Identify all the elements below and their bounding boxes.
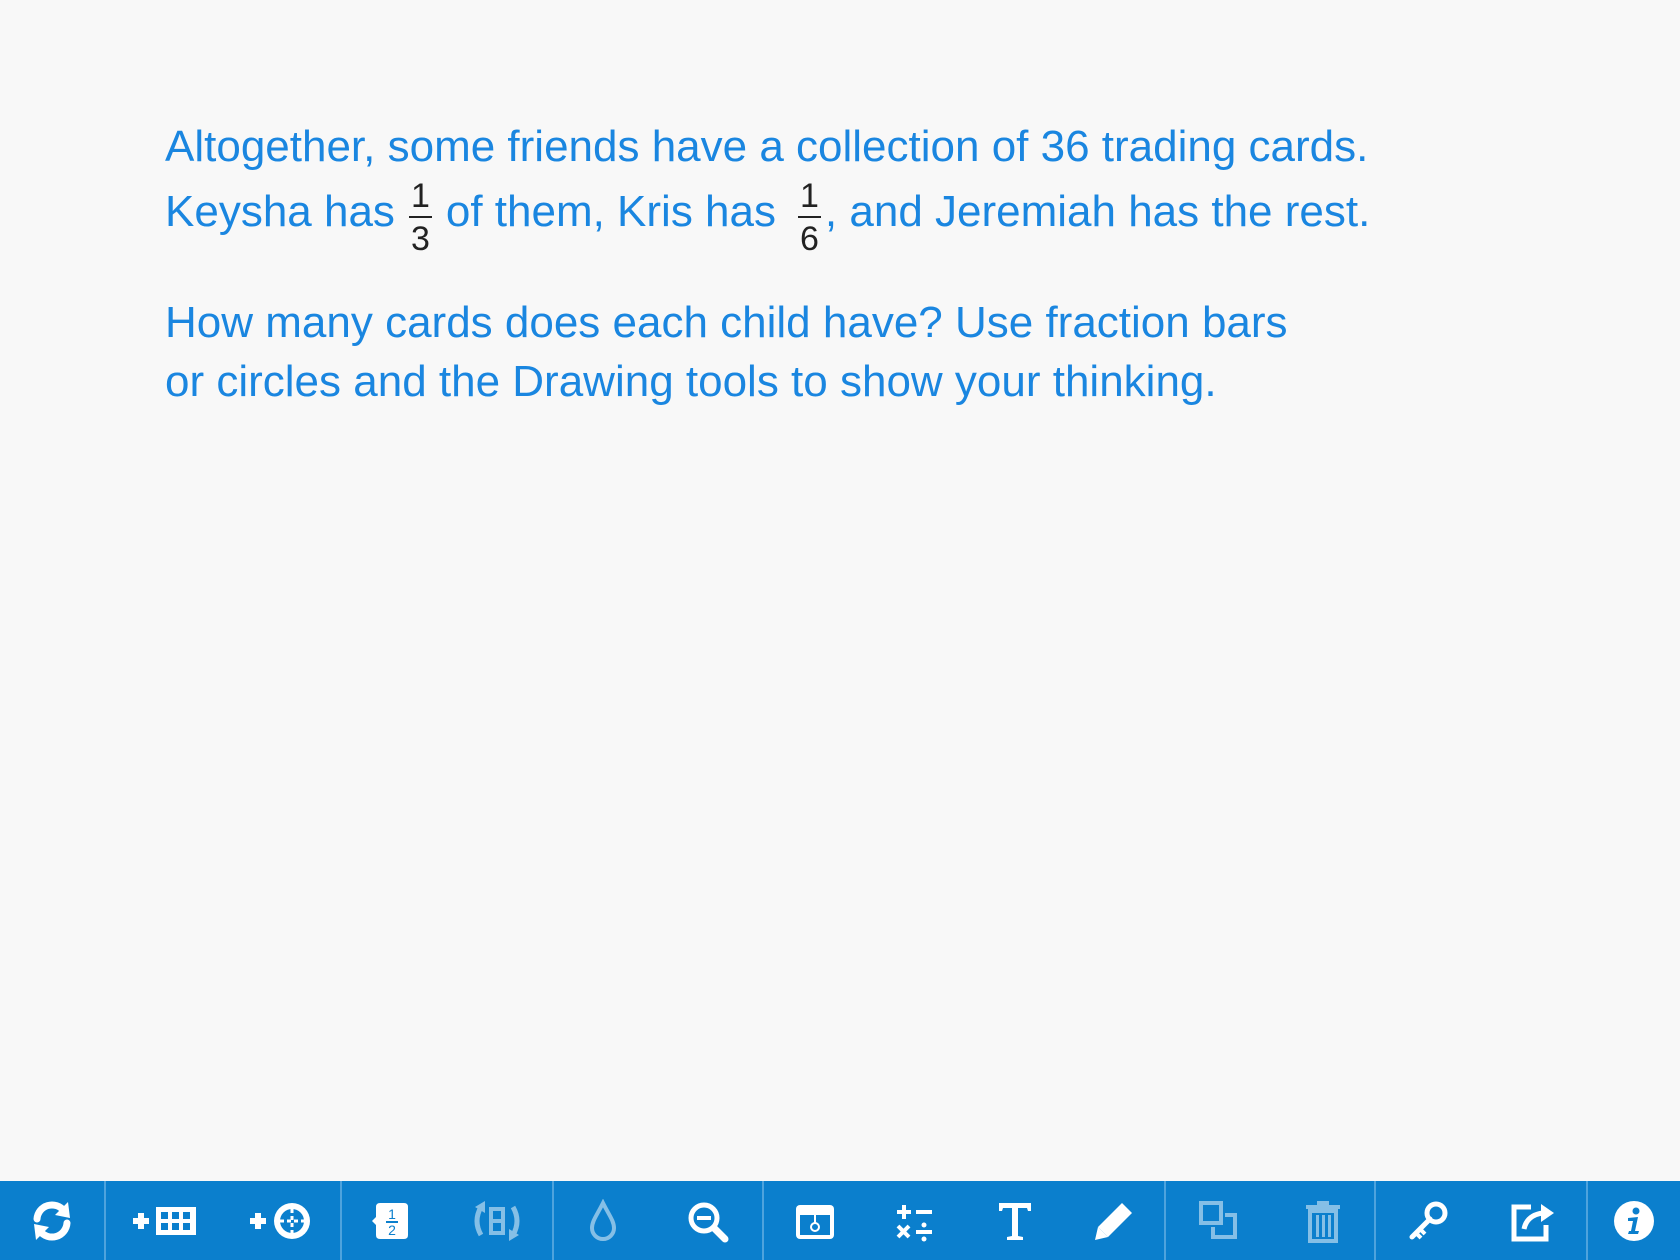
fraction-denominator: 6 — [800, 220, 819, 258]
question-line-2: or circles and the Drawing tools to show… — [165, 357, 1217, 406]
refresh-button[interactable] — [27, 1181, 77, 1260]
key-button[interactable] — [1406, 1181, 1450, 1260]
fraction-label-button[interactable]: 1 2 — [370, 1181, 414, 1260]
fraction-one-third: 13 — [408, 177, 432, 258]
problem-text-kris: of them, Kris has — [445, 187, 776, 237]
pencil-icon — [1092, 1199, 1136, 1243]
trash-button[interactable] — [1303, 1181, 1343, 1260]
info-icon — [1612, 1199, 1656, 1243]
text-tool-button[interactable] — [995, 1181, 1035, 1260]
key-icon — [1406, 1199, 1450, 1243]
math-operators-button[interactable] — [894, 1181, 938, 1260]
info-button[interactable] — [1612, 1181, 1656, 1260]
zoom-out-button[interactable] — [685, 1181, 729, 1260]
fraction-denominator: 3 — [410, 220, 430, 258]
fraction-bar — [408, 216, 432, 218]
flip-icon — [469, 1199, 525, 1243]
text-tool-icon — [995, 1199, 1035, 1243]
problem-line-1: Altogether, some friends have a collecti… — [165, 122, 1369, 171]
fill-tool-button[interactable] — [793, 1181, 837, 1260]
problem-line-2: Keysha has 1 3 of them, Kris has 1 6, and Jer… — [165, 176, 1371, 256]
color-drop-icon — [587, 1198, 619, 1243]
problem-statement: Altogether, some friends have a collecti… — [165, 117, 1371, 256]
math-operators-icon — [894, 1199, 938, 1243]
question-line-1: How many cards does each child have? Use… — [165, 298, 1288, 347]
fraction-label-icon: 1 2 — [370, 1199, 414, 1243]
duplicate-icon — [1197, 1199, 1241, 1243]
add-bar-icon — [131, 1201, 199, 1241]
fraction-icon-numerator: 1 — [388, 1206, 396, 1222]
pencil-button[interactable] — [1092, 1181, 1136, 1260]
fill-tool-icon — [793, 1199, 837, 1243]
question-statement: How many cards does each child have? Use… — [165, 293, 1288, 411]
fraction-one-sixth: 16 — [798, 179, 821, 256]
zoom-out-icon — [685, 1199, 729, 1243]
toolbar-group-edit — [1166, 1181, 1376, 1260]
add-circle-button[interactable] — [248, 1181, 316, 1260]
share-button[interactable] — [1509, 1181, 1557, 1260]
workspace-canvas[interactable]: Altogether, some friends have a collecti… — [0, 0, 1680, 1181]
color-drop-button[interactable] — [587, 1181, 619, 1260]
flip-button[interactable] — [469, 1181, 525, 1260]
toolbar-group-info — [1588, 1181, 1680, 1260]
toolbar-group-share — [1376, 1181, 1588, 1260]
fraction-bar — [798, 216, 821, 218]
toolbar-group-view — [554, 1181, 764, 1260]
toolbar-group-label: 1 2 — [342, 1181, 554, 1260]
share-icon — [1509, 1199, 1557, 1243]
bottom-toolbar: 1 2 — [0, 1181, 1680, 1260]
problem-text-jeremiah: , and Jeremiah has the rest. — [824, 187, 1371, 237]
toolbar-group-reset — [0, 1181, 106, 1260]
toolbar-group-add — [106, 1181, 342, 1260]
fraction-numerator: 1 — [800, 177, 819, 215]
toolbar-group-tools — [764, 1181, 1166, 1260]
add-circle-icon — [248, 1199, 316, 1243]
trash-icon — [1303, 1199, 1343, 1243]
fraction-icon-denominator: 2 — [388, 1222, 396, 1238]
fraction-numerator: 1 — [410, 177, 430, 215]
refresh-icon — [27, 1196, 77, 1246]
duplicate-button[interactable] — [1197, 1181, 1241, 1260]
problem-text-keysha: Keysha has — [165, 187, 395, 237]
add-bar-button[interactable] — [131, 1181, 199, 1260]
